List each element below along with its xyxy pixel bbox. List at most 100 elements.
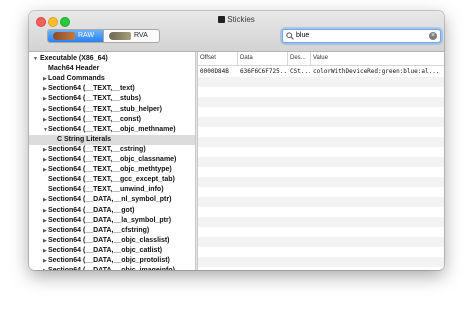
tree-item[interactable]: ▶ Load Commands bbox=[29, 74, 195, 84]
tree-item[interactable]: ▶ Section64 (__DATA,__nl_symbol_ptr) bbox=[29, 195, 195, 205]
tree-item-label: Section64 (__DATA,__objc_protolist) bbox=[48, 257, 170, 264]
tree-item[interactable]: Section64 (__TEXT,__gcc_except_tab) bbox=[29, 175, 195, 185]
tree-item-label: Section64 (__DATA,__cfstring) bbox=[48, 226, 150, 234]
window-title-text: Stickies bbox=[227, 15, 255, 24]
table-header: Offset Data Des... Value bbox=[198, 52, 444, 66]
tree-item-label: Mach64 Header bbox=[48, 65, 100, 73]
search-field[interactable]: blue × bbox=[282, 29, 441, 43]
tree-item[interactable]: Section64 (__TEXT,__unwind_info) bbox=[29, 185, 195, 195]
column-header-offset[interactable]: Offset bbox=[198, 52, 238, 65]
table-row-background bbox=[198, 107, 444, 117]
cell-description: CSt... bbox=[290, 68, 310, 75]
search-input[interactable]: blue bbox=[296, 30, 309, 42]
tree-item[interactable]: ▶ Section64 (__TEXT,__stub_helper) bbox=[29, 105, 195, 115]
tree-item-label: Section64 (__TEXT,__const) bbox=[48, 115, 141, 123]
tree-item[interactable]: ▶ Section64 (__DATA,__la_symbol_ptr) bbox=[29, 216, 195, 226]
disclosure-closed-icon[interactable]: ▶ bbox=[43, 246, 47, 256]
window-title: Stickies bbox=[29, 15, 444, 24]
tree-item-label: Executable (X86_64) bbox=[40, 55, 108, 62]
raw-mode-label: RAW bbox=[78, 32, 95, 39]
rva-mode-label: RVA bbox=[134, 32, 148, 39]
tree-item[interactable]: C String Literals bbox=[29, 134, 195, 145]
tree-item-label: Section64 (__TEXT,__text) bbox=[48, 85, 135, 93]
tree-item-label: Section64 (__DATA,__objc_catlist) bbox=[48, 246, 163, 254]
disclosure-open-icon[interactable]: ▼ bbox=[33, 54, 38, 64]
table-row-background bbox=[198, 237, 444, 247]
disclosure-closed-icon[interactable]: ▶ bbox=[43, 216, 47, 226]
disclosure-closed-icon[interactable]: ▶ bbox=[43, 94, 47, 104]
tree-item-label: Section64 (__TEXT,__unwind_info) bbox=[48, 186, 164, 194]
tree-item-label: C String Literals bbox=[57, 135, 112, 143]
tree-item[interactable]: ▶ Section64 (__DATA,__objc_protolist) bbox=[29, 256, 195, 266]
disclosure-closed-icon[interactable]: ▶ bbox=[43, 84, 47, 94]
disclosure-closed-icon[interactable]: ▶ bbox=[43, 145, 47, 155]
tree-item[interactable]: ▶ Section64 (__TEXT,__text) bbox=[29, 84, 195, 94]
tree-item-label: Section64 (__TEXT,__cstring) bbox=[48, 145, 146, 153]
tree-item[interactable]: ▶ Section64 (__TEXT,__objc_classname) bbox=[29, 155, 195, 165]
cell-offset: 0000D84B bbox=[200, 68, 229, 75]
tree-item-label: Section64 (__TEXT,__objc_methtype) bbox=[48, 166, 172, 174]
disclosure-closed-icon[interactable]: ▶ bbox=[43, 195, 47, 205]
disclosure-closed-icon[interactable]: ▶ bbox=[43, 226, 47, 236]
table-row-background bbox=[198, 197, 444, 207]
column-header-data[interactable]: Data bbox=[238, 52, 288, 65]
table-row-background bbox=[198, 187, 444, 197]
tree-item[interactable]: ▶ Section64 (__TEXT,__cstring) bbox=[29, 145, 195, 155]
disclosure-closed-icon[interactable]: ▶ bbox=[43, 115, 47, 125]
cell-value: colorWithDeviceRed:green:blue:al... bbox=[313, 68, 440, 75]
structure-tree: ▼ Executable (X86_64) Mach64 Header ▶ Load C… bbox=[29, 52, 195, 270]
data-table: Offset Data Des... Value 0000D84B 636F6C6… bbox=[198, 52, 444, 270]
table-row-background bbox=[198, 87, 444, 97]
tree-item[interactable]: ▶ Section64 (__TEXT,__const) bbox=[29, 115, 195, 125]
cell-data: 636F6C6F725... bbox=[240, 68, 287, 75]
table-row-background bbox=[198, 167, 444, 177]
column-header-description[interactable]: Des... bbox=[288, 52, 311, 65]
raw-mode-image-icon bbox=[53, 32, 75, 40]
table-row-background bbox=[198, 227, 444, 237]
tree-item[interactable]: ▼ Section64 (__TEXT,__objc_methname) bbox=[29, 125, 195, 135]
tree-item-label: Load Commands bbox=[48, 75, 105, 83]
tree-item-label: Section64 (__DATA,__nl_symbol_ptr) bbox=[48, 196, 172, 204]
disclosure-closed-icon[interactable]: ▶ bbox=[43, 165, 47, 175]
tree-item[interactable]: ▼ Executable (X86_64) bbox=[29, 54, 195, 64]
rva-mode-button[interactable]: RVA bbox=[104, 30, 159, 42]
table-row-background bbox=[198, 117, 444, 127]
tree-item-label: Section64 (__DATA,__la_symbol_ptr) bbox=[48, 216, 172, 224]
tree-item-label: Section64 (__DATA,__got) bbox=[48, 206, 135, 214]
tree-item-label: Section64 (__TEXT,__gcc_except_tab) bbox=[48, 176, 175, 184]
tree-item[interactable]: ▶ Section64 (__DATA,__got) bbox=[29, 206, 195, 216]
tree-item-label: Section64 (__TEXT,__stub_helper) bbox=[48, 105, 162, 113]
app-window: Stickies RAW RVA blue × ▼ Executable (X86… bbox=[29, 11, 444, 270]
table-row-background bbox=[198, 97, 444, 107]
table-row-background bbox=[198, 137, 444, 147]
disclosure-closed-icon[interactable]: ▶ bbox=[43, 206, 47, 216]
column-header-value[interactable]: Value bbox=[311, 52, 444, 65]
disclosure-closed-icon[interactable]: ▶ bbox=[43, 155, 47, 165]
table-row-background bbox=[198, 147, 444, 157]
stickies-app-icon bbox=[218, 16, 226, 23]
tree-item[interactable]: ▶ Section64 (__TEXT,__objc_methtype) bbox=[29, 165, 195, 175]
table-row-background bbox=[198, 127, 444, 137]
raw-mode-button[interactable]: RAW bbox=[48, 30, 104, 42]
address-mode-segmented-control: RAW RVA bbox=[47, 29, 160, 43]
disclosure-closed-icon[interactable]: ▶ bbox=[43, 256, 47, 266]
tree-item[interactable]: ▶ Section64 (__DATA,__objc_catlist) bbox=[29, 246, 195, 256]
table-row-background bbox=[198, 77, 444, 87]
tree-item-label: Section64 (__DATA,__objc_classlist) bbox=[48, 236, 170, 244]
table-row-background bbox=[198, 257, 444, 267]
tree-item[interactable]: Mach64 Header bbox=[29, 64, 195, 74]
disclosure-closed-icon[interactable]: ▶ bbox=[43, 105, 47, 115]
search-icon bbox=[286, 32, 294, 40]
tree-item-label: Section64 (__TEXT,__stubs) bbox=[48, 95, 141, 103]
tree-item[interactable]: ▶ Section64 (__DATA,__objc_classlist) bbox=[29, 236, 195, 246]
table-row-background bbox=[198, 207, 444, 217]
clear-search-icon[interactable]: × bbox=[429, 32, 437, 40]
table-row-background bbox=[198, 247, 444, 257]
tree-item[interactable]: ▶ Section64 (__DATA,__cfstring) bbox=[29, 226, 195, 236]
tree-item-label: Section64 (__TEXT,__objc_methname) bbox=[48, 125, 176, 133]
rva-mode-image-icon bbox=[109, 32, 131, 40]
tree-item[interactable]: ▶ Section64 (__TEXT,__stubs) bbox=[29, 94, 195, 104]
disclosure-closed-icon[interactable]: ▶ bbox=[43, 236, 47, 246]
disclosure-closed-icon[interactable]: ▶ bbox=[43, 74, 47, 84]
table-row-background bbox=[198, 177, 444, 187]
